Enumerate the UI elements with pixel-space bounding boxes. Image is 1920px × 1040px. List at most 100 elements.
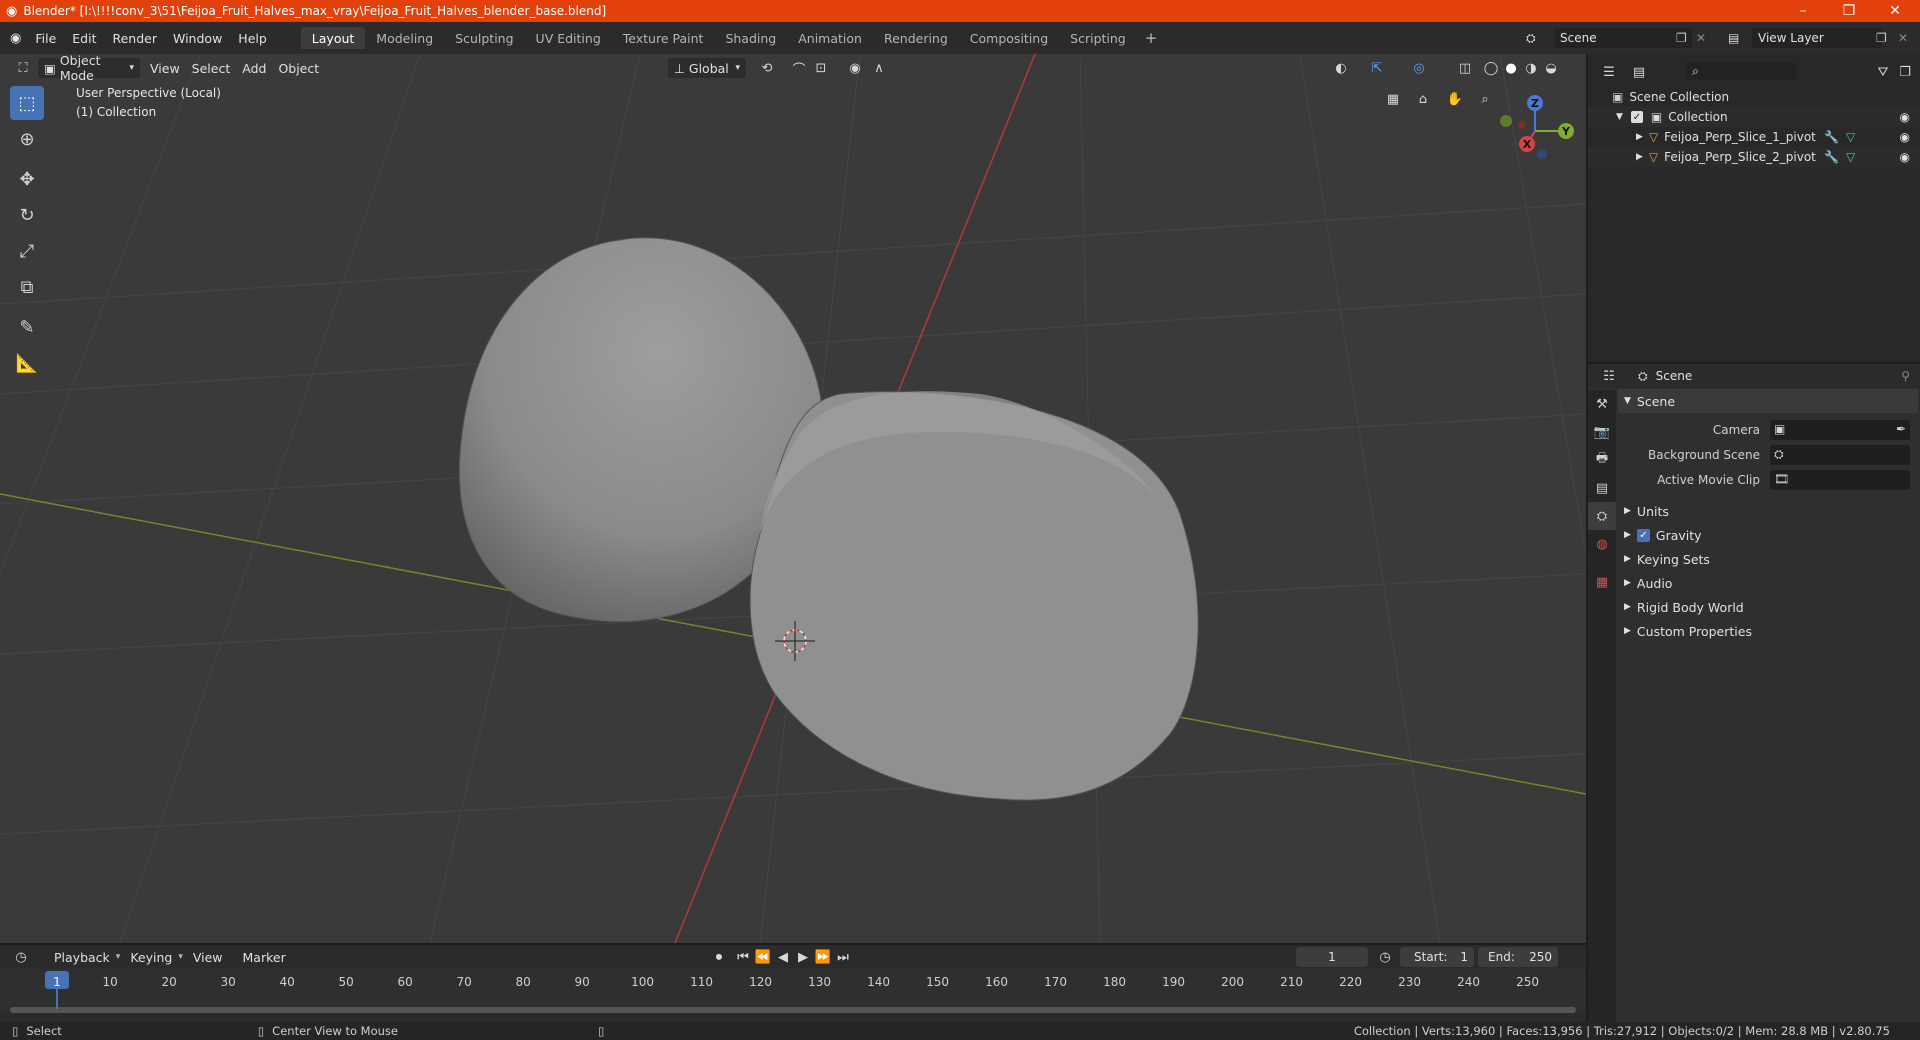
- active-movie-clip-field[interactable]: 🎞: [1770, 470, 1910, 490]
- panel-rigid-body-world[interactable]: ▶ Rigid Body World: [1618, 595, 1918, 619]
- outliner-row-collection[interactable]: ▼ ✓ ▣ Collection ◉: [1588, 107, 1920, 127]
- background-scene-field[interactable]: ⛭: [1770, 445, 1910, 465]
- expand-arrow-icon[interactable]: ▼: [1616, 112, 1623, 122]
- close-button[interactable]: ✕: [1872, 0, 1918, 22]
- viewport-menu-add[interactable]: Add: [236, 58, 272, 78]
- eye-icon[interactable]: ◉: [1900, 130, 1910, 144]
- eye-icon[interactable]: ◉: [1900, 110, 1910, 124]
- rotate-tool-icon[interactable]: ↻: [10, 198, 44, 232]
- menu-render[interactable]: Render: [104, 27, 165, 49]
- material-shading-icon[interactable]: ◑: [1520, 57, 1542, 79]
- falloff-icon[interactable]: ∧: [868, 57, 890, 79]
- gravity-checkbox[interactable]: ✓: [1636, 528, 1650, 542]
- end-frame-field[interactable]: End: 250: [1478, 947, 1558, 967]
- play-icon[interactable]: ▶: [792, 946, 814, 968]
- filter-icon[interactable]: ⛛: [1872, 61, 1894, 83]
- view-layer-field[interactable]: View Layer: [1752, 28, 1882, 48]
- minimize-button[interactable]: –: [1780, 0, 1826, 22]
- timeline-menu-keying[interactable]: Keying: [124, 947, 178, 967]
- timeline-editor-icon[interactable]: ◷: [10, 946, 32, 968]
- scene-tab-icon[interactable]: ⛭: [1588, 502, 1616, 530]
- editor-type-icon[interactable]: ⛶: [12, 57, 34, 79]
- expand-arrow-icon[interactable]: ▶: [1636, 132, 1643, 142]
- current-frame-field[interactable]: 1: [1296, 947, 1368, 967]
- mesh-data-icon[interactable]: ▽: [1846, 130, 1855, 144]
- new-collection-icon[interactable]: ❐: [1894, 61, 1916, 83]
- prev-keyframe-icon[interactable]: ⏪: [752, 946, 774, 968]
- display-mode-icon[interactable]: ▤: [1628, 61, 1650, 83]
- tool-tab-icon[interactable]: ⚒: [1588, 390, 1616, 418]
- snap-icon[interactable]: ⌒: [788, 57, 810, 79]
- annotate-tool-icon[interactable]: ✎: [10, 310, 44, 344]
- exclude-checkbox[interactable]: ✓: [1630, 111, 1643, 123]
- tab-shading[interactable]: Shading: [714, 27, 787, 49]
- menu-edit[interactable]: Edit: [64, 27, 104, 49]
- transform-orientation-dropdown[interactable]: ⊥ Global ▾: [668, 58, 746, 78]
- overlays-icon[interactable]: ◎: [1408, 57, 1430, 79]
- camera-field[interactable]: ▣ ✒: [1770, 420, 1910, 440]
- menu-window[interactable]: Window: [165, 27, 230, 49]
- outliner-search-input[interactable]: ⌕: [1686, 62, 1796, 80]
- pan-view-icon[interactable]: ✋: [1444, 88, 1466, 110]
- xray-icon[interactable]: ◫: [1454, 57, 1476, 79]
- scale-tool-icon[interactable]: ⤢: [10, 234, 44, 268]
- remove-scene-icon[interactable]: ✕: [1696, 31, 1706, 45]
- measure-tool-icon[interactable]: 📐: [10, 346, 44, 380]
- play-reverse-icon[interactable]: ◀: [772, 946, 794, 968]
- start-frame-field[interactable]: Start: 1: [1400, 947, 1474, 967]
- timeline-scrollbar[interactable]: [10, 1007, 1576, 1013]
- outliner-row-scene-collection[interactable]: ▣ Scene Collection: [1588, 87, 1920, 107]
- outliner-row-object-1[interactable]: ▶ ▽ Feijoa_Perp_Slice_1_pivot 🔧 ▽ ◉: [1588, 127, 1920, 147]
- outliner-editor-icon[interactable]: ☰: [1598, 61, 1620, 83]
- tab-layout[interactable]: Layout: [300, 27, 366, 49]
- select-box-icon[interactable]: ⬚: [10, 86, 44, 120]
- gizmo-toggle-icon[interactable]: ⇱: [1366, 57, 1388, 79]
- modifier-icon[interactable]: 🔧: [1824, 150, 1839, 164]
- pin-icon[interactable]: ⚲: [1901, 369, 1910, 383]
- scene-icon[interactable]: ⛭: [1526, 31, 1536, 46]
- tab-scripting[interactable]: Scripting: [1059, 27, 1137, 49]
- new-scene-icon[interactable]: ❐: [1676, 31, 1687, 45]
- maximize-button[interactable]: ❐: [1826, 0, 1872, 22]
- eyedropper-icon[interactable]: ✒: [1896, 422, 1906, 436]
- mode-dropdown[interactable]: ▣ Object Mode ▾: [38, 53, 140, 83]
- tab-modeling[interactable]: Modeling: [365, 27, 444, 49]
- new-view-layer-icon[interactable]: ❐: [1876, 31, 1887, 45]
- wireframe-shading-icon[interactable]: ◯: [1480, 57, 1502, 79]
- zoom-view-icon[interactable]: ⌕: [1474, 88, 1496, 110]
- preview-range-icon[interactable]: ◷: [1374, 946, 1396, 968]
- proportional-edit-icon[interactable]: ◉: [844, 57, 866, 79]
- snap-target-icon[interactable]: ⊡: [810, 57, 832, 79]
- tab-rendering[interactable]: Rendering: [873, 27, 959, 49]
- outliner-row-object-2[interactable]: ▶ ▽ Feijoa_Perp_Slice_2_pivot 🔧 ▽ ◉: [1588, 147, 1920, 167]
- expand-arrow-icon[interactable]: ▶: [1636, 152, 1643, 162]
- transform-tool-icon[interactable]: ⧉: [10, 270, 44, 304]
- add-workspace-icon[interactable]: +: [1145, 29, 1158, 47]
- camera-view-icon[interactable]: ⌂: [1412, 88, 1434, 110]
- scene-field[interactable]: Scene: [1554, 28, 1692, 48]
- jump-start-icon[interactable]: ⏮: [732, 946, 754, 968]
- pivot-point-icon[interactable]: ⟲: [756, 57, 778, 79]
- tab-sculpting[interactable]: Sculpting: [444, 27, 524, 49]
- move-tool-icon[interactable]: ✥: [10, 162, 44, 196]
- 3d-viewport[interactable]: Z Y X: [0, 54, 1586, 943]
- panel-custom-properties[interactable]: ▶ Custom Properties: [1618, 619, 1918, 643]
- timeline-menu-marker[interactable]: Marker: [237, 947, 292, 967]
- tab-compositing[interactable]: Compositing: [959, 27, 1059, 49]
- panel-scene-header[interactable]: ▼ Scene: [1618, 389, 1918, 413]
- menu-help[interactable]: Help: [230, 27, 275, 49]
- blender-menu-icon[interactable]: ◉: [10, 31, 21, 46]
- view-layer-icon[interactable]: ▤: [1728, 31, 1739, 45]
- texture-tab-icon[interactable]: ▦: [1588, 568, 1616, 596]
- menu-file[interactable]: File: [27, 27, 64, 49]
- viewport-menu-view[interactable]: View: [144, 58, 186, 78]
- toggle-perspective-icon[interactable]: ▦: [1382, 88, 1404, 110]
- tab-animation[interactable]: Animation: [787, 27, 873, 49]
- panel-audio[interactable]: ▶ Audio: [1618, 571, 1918, 595]
- eye-icon[interactable]: ◉: [1900, 150, 1910, 164]
- next-keyframe-icon[interactable]: ⏩: [812, 946, 834, 968]
- modifier-icon[interactable]: 🔧: [1824, 130, 1839, 144]
- tab-texture-paint[interactable]: Texture Paint: [612, 27, 715, 49]
- panel-units[interactable]: ▶ Units: [1618, 499, 1918, 523]
- solid-shading-icon[interactable]: ●: [1500, 57, 1522, 79]
